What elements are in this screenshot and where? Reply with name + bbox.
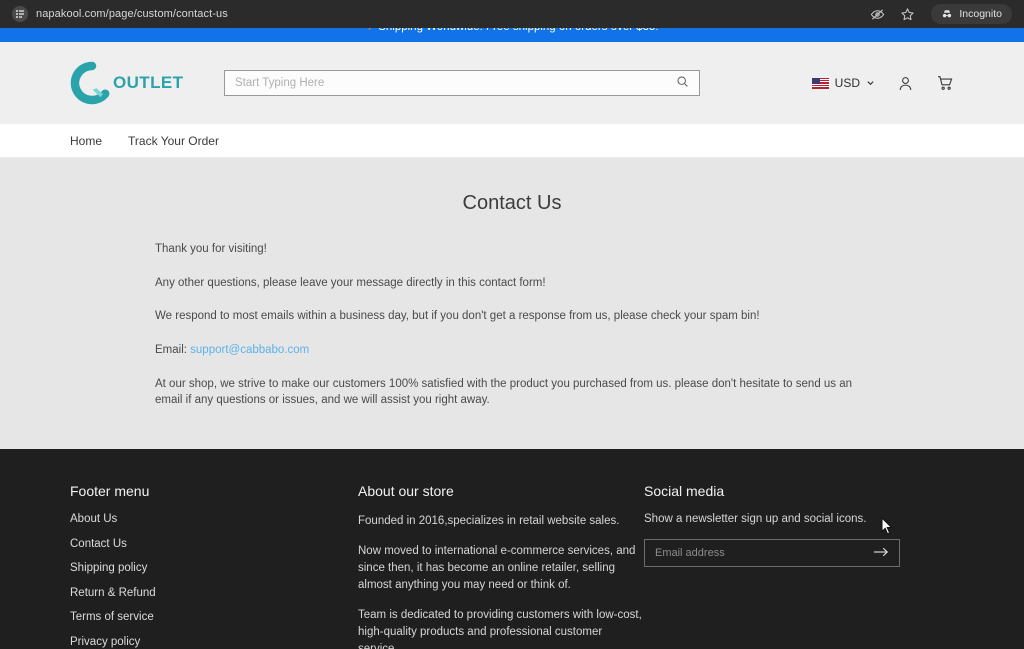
- arrow-right-icon: [873, 546, 889, 561]
- promo-message: Shipping Worldwide! Free shipping on ord…: [378, 28, 658, 33]
- browser-actions: Incognito: [869, 4, 1016, 24]
- currency-selector[interactable]: USD: [811, 74, 875, 92]
- incognito-label: Incognito: [959, 8, 1002, 20]
- email-label: Email:: [155, 344, 191, 357]
- footer-social-title: Social media: [644, 483, 725, 500]
- support-email-link[interactable]: support@cabbabo.com: [190, 344, 309, 356]
- about-paragraph-founded: Founded in 2016,specializes in retail we…: [358, 515, 620, 528]
- paragraph-thank-you: Thank you for visiting!: [155, 243, 267, 255]
- about-paragraph-ecommerce: Now moved to international e-commerce se…: [358, 545, 636, 592]
- paragraph-response-time: We respond to most emails within a busin…: [155, 310, 760, 323]
- promo-banner-text: ✈ Shipping Worldwide! Free shipping on o…: [0, 28, 1024, 33]
- promo-banner: ✈ Shipping Worldwide! Free shipping on o…: [0, 28, 1024, 42]
- shopping-cart-icon[interactable]: [936, 74, 954, 92]
- nav-item-home[interactable]: Home: [70, 134, 102, 148]
- site-footer: Footer menu About Us Contact Us Shipping…: [0, 449, 1024, 649]
- user-account-icon[interactable]: [897, 75, 914, 92]
- footer-menu-column: Footer menu About Us Contact Us Shipping…: [70, 483, 358, 649]
- footer-columns: Footer menu About Us Contact Us Shipping…: [70, 483, 954, 649]
- nav-item-track-your-order[interactable]: Track Your Order: [128, 134, 219, 148]
- site-header: OUTLET Start Typing Here USD: [0, 42, 1024, 124]
- incognito-indicator[interactable]: Incognito: [931, 4, 1012, 24]
- footer-social-subtitle: Show a newsletter sign up and social ico…: [644, 513, 867, 526]
- currency-label: USD: [834, 76, 860, 90]
- q-logo-icon: [70, 61, 114, 105]
- page-title: Contact Us: [462, 192, 562, 214]
- newsletter-submit-button[interactable]: [873, 546, 889, 561]
- search-input[interactable]: [235, 77, 676, 89]
- site-logo[interactable]: OUTLET: [70, 61, 183, 105]
- footer-link-return-refund[interactable]: Return & Refund: [70, 587, 358, 599]
- footer-social-column: Social media Show a newsletter sign up a…: [644, 483, 954, 649]
- footer-link-privacy-policy[interactable]: Privacy policy: [70, 636, 358, 648]
- search-container: [224, 70, 700, 96]
- footer-link-shipping-policy[interactable]: Shipping policy: [70, 562, 358, 574]
- airplane-icon: ✈: [365, 28, 375, 33]
- page-info-icon[interactable]: [12, 6, 28, 22]
- contact-content: Thank you for visiting! Any other questi…: [0, 241, 1024, 409]
- url-text: napakool.com/page/custom/contact-us: [36, 8, 228, 20]
- page-viewport: ✈ Shipping Worldwide! Free shipping on o…: [0, 28, 1024, 649]
- newsletter-email-input[interactable]: [655, 547, 873, 560]
- footer-link-contact-us[interactable]: Contact Us: [70, 538, 358, 550]
- chevron-down-icon: [866, 74, 875, 92]
- footer-about-column: About our store Founded in 2016,speciali…: [358, 483, 644, 649]
- search-button[interactable]: [676, 75, 689, 91]
- star-icon[interactable]: [899, 6, 915, 22]
- browser-toolbar: napakool.com/page/custom/contact-us Inco…: [0, 0, 1024, 28]
- newsletter-signup[interactable]: [644, 539, 900, 568]
- header-actions: USD: [811, 74, 954, 92]
- footer-about-title: About our store: [358, 483, 454, 500]
- footer-menu-title: Footer menu: [70, 483, 150, 500]
- paragraph-questions: Any other questions, please leave your m…: [155, 276, 546, 289]
- about-paragraph-team: Team is dedicated to providing customers…: [358, 609, 642, 649]
- footer-link-terms-of-service[interactable]: Terms of service: [70, 611, 358, 623]
- eye-off-icon[interactable]: [869, 6, 885, 22]
- paragraph-satisfaction: At our shop, we strive to make our custo…: [155, 377, 853, 407]
- main-content: Contact Us Thank you for visiting! Any o…: [0, 158, 1024, 450]
- logo-text: OUTLET: [113, 73, 184, 92]
- search-icon: [676, 75, 689, 91]
- main-navigation: Home Track Your Order: [0, 124, 1024, 158]
- us-flag-icon: [811, 77, 829, 89]
- address-bar[interactable]: napakool.com/page/custom/contact-us: [8, 4, 869, 24]
- footer-link-about-us[interactable]: About Us: [70, 513, 358, 525]
- paragraph-email: Email: support@cabbabo.com: [155, 342, 869, 359]
- search-box[interactable]: [224, 70, 700, 96]
- incognito-icon: [941, 8, 953, 20]
